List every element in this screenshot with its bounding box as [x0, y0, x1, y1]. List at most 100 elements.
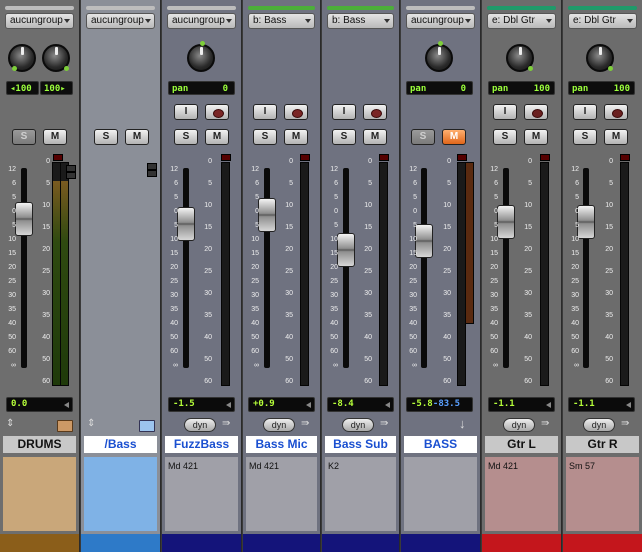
track-name[interactable]: Gtr R: [566, 436, 639, 453]
pan-knob[interactable]: [187, 41, 215, 72]
mute-button[interactable]: M: [524, 129, 548, 145]
track-name[interactable]: BASS: [404, 436, 477, 453]
track-name[interactable]: Bass Sub: [325, 436, 396, 453]
dyn-button[interactable]: dyn: [263, 418, 295, 432]
pan-value[interactable]: pan 100: [488, 81, 555, 95]
peak-indicator[interactable]: [379, 154, 389, 161]
volume-readout[interactable]: 0.0: [6, 397, 73, 412]
peak-indicator[interactable]: [457, 154, 467, 161]
output-selector[interactable]: aucungroup: [5, 13, 74, 29]
peak-indicator[interactable]: [53, 154, 63, 161]
dyn-button[interactable]: dyn: [342, 418, 374, 432]
track-comment[interactable]: [404, 457, 477, 531]
volume-readout[interactable]: -1.1: [568, 397, 635, 412]
record-button[interactable]: [524, 104, 548, 120]
volume-fader[interactable]: [415, 224, 433, 258]
track-comment[interactable]: [84, 457, 157, 531]
folder-icon[interactable]: [57, 420, 73, 432]
track-comment[interactable]: K2: [325, 457, 396, 531]
up-down-arrow-icon[interactable]: ⇕: [6, 418, 14, 429]
solo-button[interactable]: S: [332, 129, 356, 145]
track-comment[interactable]: Md 421: [165, 457, 238, 531]
input-button[interactable]: I: [573, 104, 597, 120]
mute-button[interactable]: M: [363, 129, 387, 145]
input-button[interactable]: I: [174, 104, 198, 120]
down-arrow-icon[interactable]: ↓: [459, 416, 466, 431]
solo-button[interactable]: S: [411, 129, 435, 145]
volume-fader[interactable]: [177, 207, 195, 241]
pan-value[interactable]: pan 100: [568, 81, 635, 95]
solo-button[interactable]: S: [573, 129, 597, 145]
track-name[interactable]: DRUMS: [3, 436, 76, 453]
solo-button[interactable]: S: [94, 129, 118, 145]
fast-forward-icon[interactable]: ⇛: [541, 418, 549, 429]
peak-indicator[interactable]: [540, 154, 550, 161]
track-name[interactable]: Bass Mic: [246, 436, 317, 453]
input-button[interactable]: I: [332, 104, 356, 120]
record-button[interactable]: [205, 104, 229, 120]
output-selector[interactable]: aucungroup: [167, 13, 236, 29]
pan-value-right[interactable]: 100▸: [40, 81, 73, 95]
volume-fader[interactable]: [258, 198, 276, 232]
solo-button[interactable]: S: [253, 129, 277, 145]
mute-button[interactable]: M: [205, 129, 229, 145]
record-button[interactable]: [284, 104, 308, 120]
track-comment[interactable]: Sm 57: [566, 457, 639, 531]
pan-knob[interactable]: [425, 41, 453, 72]
pan-knob-left[interactable]: [8, 44, 36, 72]
pan-knob[interactable]: [506, 44, 534, 72]
volume-readout[interactable]: -1.5: [168, 397, 235, 412]
volume-fader[interactable]: [15, 202, 33, 236]
track-comment[interactable]: Md 421: [246, 457, 317, 531]
fast-forward-icon[interactable]: ⇛: [621, 418, 629, 429]
dyn-button[interactable]: dyn: [503, 418, 535, 432]
output-selector[interactable]: aucungroup: [86, 13, 155, 29]
record-button[interactable]: [363, 104, 387, 120]
volume-readout[interactable]: -1.1: [488, 397, 555, 412]
solo-button[interactable]: S: [174, 129, 198, 145]
track-name[interactable]: FuzzBass: [165, 436, 238, 453]
volume-fader[interactable]: [337, 233, 355, 267]
peak-indicator[interactable]: [221, 154, 231, 161]
fast-forward-icon[interactable]: ⇛: [380, 418, 388, 429]
peak-indicator[interactable]: [620, 154, 630, 161]
solo-button[interactable]: S: [12, 129, 36, 145]
folder-icon[interactable]: [139, 420, 155, 432]
track-comment[interactable]: Md 421: [485, 457, 558, 531]
dyn-button[interactable]: dyn: [184, 418, 216, 432]
meter-scale-label: 0: [208, 158, 212, 165]
fast-forward-icon[interactable]: ⇛: [301, 418, 309, 429]
mute-button[interactable]: M: [125, 129, 149, 145]
pan-value[interactable]: pan 0: [168, 81, 235, 95]
mute-button[interactable]: M: [43, 129, 67, 145]
output-selector[interactable]: e: Dbl Gtr: [568, 13, 637, 29]
output-selector[interactable]: b: Bass: [248, 13, 315, 29]
fast-forward-icon[interactable]: ⇛: [222, 418, 230, 429]
volume-readout[interactable]: +0.9: [248, 397, 315, 412]
pan-knob-right[interactable]: [42, 44, 70, 72]
pan-value-left[interactable]: ◂100: [6, 81, 39, 95]
up-down-arrow-icon[interactable]: ⇕: [87, 418, 95, 429]
dyn-button[interactable]: dyn: [583, 418, 615, 432]
mute-button[interactable]: M: [284, 129, 308, 145]
pan-value[interactable]: pan 0: [406, 81, 473, 95]
pan-knob[interactable]: [586, 44, 614, 72]
peak-indicator[interactable]: [300, 154, 310, 161]
mute-button[interactable]: M: [604, 129, 628, 145]
mute-button[interactable]: M: [442, 129, 466, 145]
input-button[interactable]: I: [493, 104, 517, 120]
track-name[interactable]: /Bass: [84, 436, 157, 453]
volume-fader[interactable]: [577, 205, 595, 239]
output-selector[interactable]: b: Bass: [327, 13, 394, 29]
output-selector[interactable]: e: Dbl Gtr: [487, 13, 556, 29]
volume-fader[interactable]: [497, 205, 515, 239]
input-button[interactable]: I: [253, 104, 277, 120]
track-comment[interactable]: [3, 457, 76, 531]
solo-button[interactable]: S: [493, 129, 517, 145]
volume-readout[interactable]: -5.8 -83.5: [406, 397, 473, 412]
strip-gtr-l: e: Dbl Gtr pan 100 I S M -1.1 dyn ⇛ Gtr L…: [482, 0, 562, 552]
output-selector[interactable]: aucungroup: [406, 13, 475, 29]
track-name[interactable]: Gtr L: [485, 436, 558, 453]
volume-readout[interactable]: -8.4: [327, 397, 394, 412]
record-button[interactable]: [604, 104, 628, 120]
